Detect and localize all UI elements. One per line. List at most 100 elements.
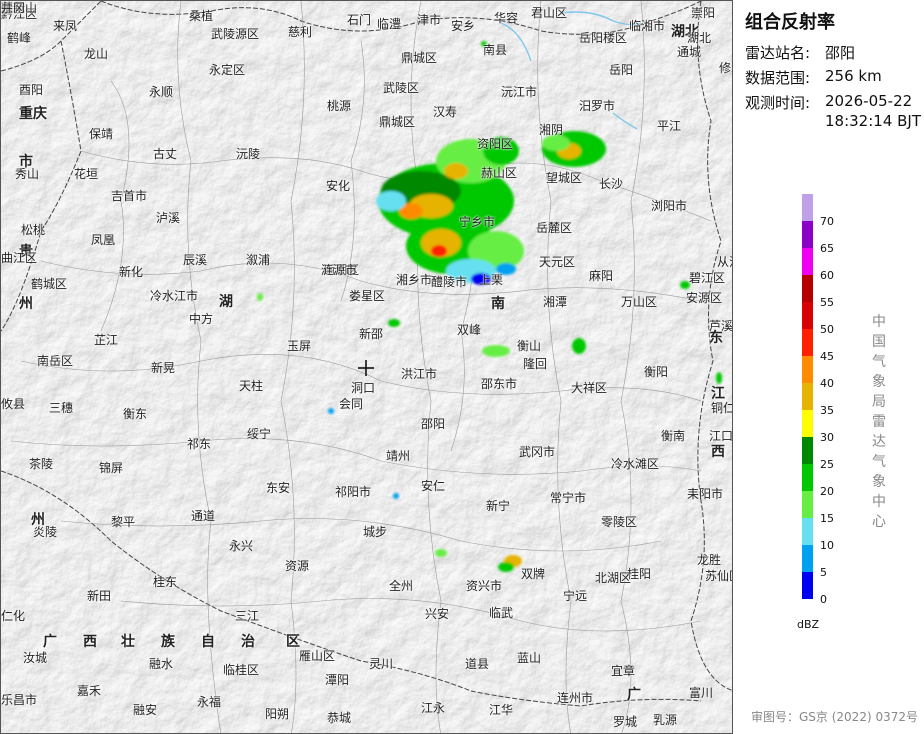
place-label: 醴陵市 — [431, 275, 468, 289]
place-label: 耒阳市 — [687, 487, 724, 501]
place-label: 曲江区 — [1, 251, 38, 265]
place-label: 新晃 — [151, 361, 176, 375]
place-label: 保靖 — [89, 127, 114, 141]
legend-label-30: 30 — [820, 431, 834, 444]
place-label: 桃源 — [327, 99, 352, 113]
place-label: 雁山区 — [299, 649, 336, 663]
place-label: 连州市 — [557, 691, 594, 705]
legend-swatch-10 — [802, 518, 813, 545]
place-label: 安仁 — [421, 479, 446, 493]
legend-swatch-0 — [802, 572, 813, 599]
place-label: 岳阳 — [609, 63, 634, 77]
province-label: 江 — [711, 386, 725, 402]
legend-label-25: 25 — [820, 458, 834, 471]
place-label: 零陵区 — [601, 515, 638, 529]
agency-char: 国 — [872, 334, 886, 350]
legend-label-55: 55 — [820, 296, 834, 309]
agency-char: 象 — [872, 374, 886, 390]
place-label: 隆回 — [523, 357, 548, 371]
legend-swatch-55 — [802, 275, 813, 302]
place-label: 攸县 — [1, 397, 26, 411]
place-label: 祁阳市 — [335, 485, 372, 499]
place-label: 古丈 — [153, 147, 178, 161]
place-label: 安源区 — [686, 291, 723, 305]
place-label: 江永 — [421, 701, 446, 715]
place-label: 安乡 — [451, 19, 476, 33]
place-label: 会同 — [339, 397, 364, 411]
province-label: 壮 — [121, 634, 135, 650]
legend-swatch-50 — [802, 302, 813, 329]
place-label: 麻阳 — [589, 269, 614, 283]
radar-map[interactable]: 湖北 重庆市贵州湖南广西壮族自治区州广东江西黔江区 来凤 鹤峰 桑植 武陵源区 慈利 石门 临澧… — [0, 0, 733, 734]
panel-title: 组合反射率 — [745, 12, 835, 33]
place-label: 冷水滩区 — [611, 457, 660, 471]
place-label: 君山区 — [531, 6, 568, 20]
place-label: 来凤 — [53, 19, 78, 33]
place-label: 大祥区 — [571, 381, 608, 395]
province-label: 西 — [711, 444, 725, 460]
place-label: 冷水江市 — [150, 289, 199, 303]
place-label: 融安 — [133, 703, 158, 717]
place-label: 资兴市 — [466, 579, 503, 593]
place-label: 临武 — [489, 606, 514, 620]
province-label: 广 — [43, 634, 57, 650]
province-label: 自 — [201, 634, 215, 650]
place-label: 汉寿 — [433, 105, 458, 119]
place-label: 宁乡市 — [459, 215, 496, 229]
place-label: 邵东市 — [481, 377, 518, 391]
place-label: 崇阳 — [691, 6, 716, 20]
place-label: 中方 — [189, 312, 214, 326]
place-label: 辰溪 — [183, 253, 208, 267]
place-label: 武陵区 — [383, 81, 420, 95]
place-label: 鼎城区 — [401, 51, 438, 65]
place-label: 溆浦 — [246, 253, 271, 267]
map-approval-number: 审图号：GS京 (2022) 0372号 — [751, 710, 918, 724]
place-label: 兴安 — [425, 607, 450, 621]
place-label: 天柱 — [239, 379, 264, 393]
legend-label-60: 60 — [820, 269, 834, 282]
place-label: 衡南 — [661, 429, 686, 443]
place-label: 平江 — [657, 119, 682, 133]
info-panel: 组合反射率 雷达站名: 邵阳 数据范围: 256 km 观测时间: 2026-0… — [733, 0, 924, 734]
place-label: 武冈市 — [519, 445, 556, 459]
legend-label-45: 45 — [820, 350, 834, 363]
place-label: 乐昌市 — [1, 693, 38, 707]
province-label: 重庆 — [19, 106, 47, 122]
place-label: 茶陵 — [29, 457, 54, 471]
place-label: 双峰 — [457, 323, 482, 337]
place-label: 锦屏 — [99, 461, 124, 475]
legend-label-15: 15 — [820, 512, 834, 525]
place-label: 汝城 — [23, 651, 48, 665]
place-label: 鼎城区 — [379, 115, 416, 129]
place-label: 全州 — [389, 579, 414, 593]
agency-vertical-text: 中国气象局雷达气象中心 — [871, 312, 887, 532]
place-label: 井冈山 — [1, 1, 38, 15]
place-label: 炎陵 — [33, 525, 58, 539]
province-label: 南 — [491, 296, 505, 312]
place-label: 衡东 — [123, 407, 148, 421]
place-label: 衡阳 — [644, 365, 669, 379]
place-label: 永定区 — [209, 63, 246, 77]
place-label: 湘阴 — [539, 123, 564, 137]
place-label: 资源 — [285, 559, 310, 573]
place-label: 长沙 — [599, 177, 624, 191]
province-label: 湖 — [219, 294, 233, 310]
place-label: 北湖区 — [595, 571, 632, 585]
place-label: 沅陵 — [236, 147, 261, 161]
place-label: 衡山 — [517, 339, 542, 353]
place-label: 双牌 — [521, 567, 546, 581]
place-label: 岳阳楼区 — [579, 31, 628, 45]
province-label: 区 — [286, 634, 300, 650]
place-label: 桂东 — [153, 575, 178, 589]
legend-label-65: 65 — [820, 242, 834, 255]
place-label: 石门 — [347, 13, 372, 27]
legend-label-0: 0 — [820, 593, 827, 606]
province-label: 族 — [161, 634, 175, 650]
legend-swatch-60 — [802, 248, 813, 275]
place-label: 蓝山 — [517, 651, 542, 665]
place-label: 松桃 — [21, 223, 46, 237]
place-label: 龙山 — [84, 47, 109, 61]
place-label: 绥宁 — [247, 427, 272, 441]
place-label: 嘉禾 — [77, 684, 102, 698]
place-label: 碧江区 — [689, 271, 726, 285]
